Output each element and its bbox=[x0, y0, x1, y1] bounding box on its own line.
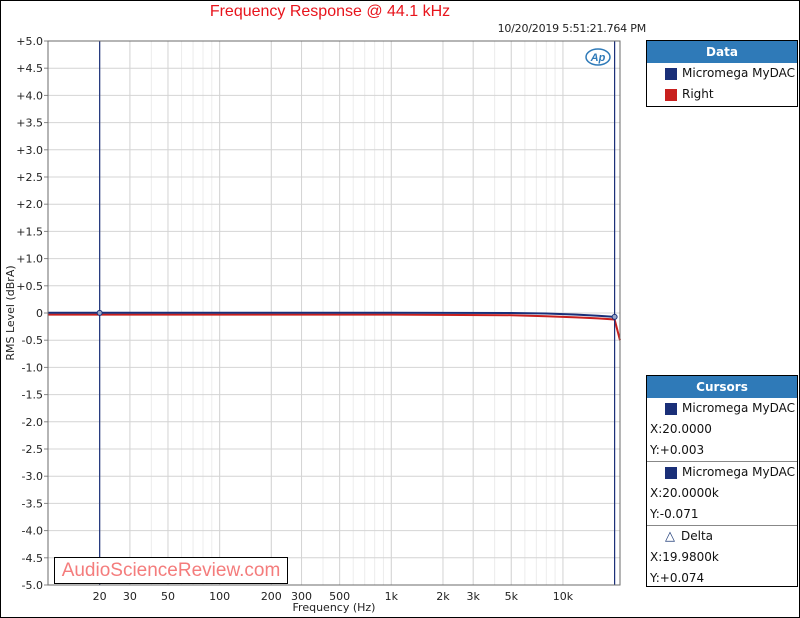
cursor1-x: X:20.0000 bbox=[650, 422, 712, 436]
y-tick-label: -2.0 bbox=[22, 416, 43, 429]
y-tick-label: +4.5 bbox=[16, 62, 43, 75]
x-tick-label: 200 bbox=[261, 590, 282, 603]
x-tick-label: 10k bbox=[553, 590, 574, 603]
x-tick-label: 20 bbox=[93, 590, 107, 603]
y-tick-label: +4.0 bbox=[16, 89, 43, 102]
x-tick-label: 2k bbox=[436, 590, 450, 603]
y-tick-label: 0 bbox=[36, 307, 43, 320]
cursor1-y: Y:+0.003 bbox=[650, 443, 705, 457]
ap-logo-icon: Ap bbox=[585, 48, 611, 66]
y-tick-label: +3.0 bbox=[16, 144, 43, 157]
y-tick-label: +1.5 bbox=[16, 225, 43, 238]
cursors-panel: Cursors Micromega MyDAC X:20.0000 Y:+0.0… bbox=[646, 375, 798, 587]
delta-label: Delta bbox=[681, 529, 714, 543]
y-tick-label: +3.5 bbox=[16, 117, 43, 130]
y-tick-label: -1.0 bbox=[22, 361, 43, 374]
y-tick-label: -5.0 bbox=[22, 579, 43, 592]
y-tick-label: -4.5 bbox=[22, 552, 43, 565]
cursor1-header[interactable]: Micromega MyDAC bbox=[647, 398, 797, 419]
y-tick-label: +0.5 bbox=[16, 280, 43, 293]
watermark: AudioScienceReview.com bbox=[54, 557, 288, 584]
delta-y: Y:+0.074 bbox=[650, 571, 705, 585]
x-tick-label: 1k bbox=[385, 590, 399, 603]
delta-header: △ Delta bbox=[647, 526, 797, 547]
x-tick-label: 100 bbox=[209, 590, 230, 603]
cursor2-y: Y:-0.071 bbox=[650, 507, 699, 521]
y-tick-labels: +5.0 +4.5 +4.0 +3.5 +3.0 +2.5 +2.0 +1.5 +1.0 +0.5… bbox=[16, 35, 43, 592]
y-tick-label: -3.5 bbox=[22, 497, 43, 510]
y-tick-label: -0.5 bbox=[22, 334, 43, 347]
legend-swatch-icon bbox=[665, 67, 677, 80]
cursor-marker-2 bbox=[611, 313, 618, 320]
y-axis-label: RMS Level (dBrA) bbox=[4, 265, 17, 360]
legend-item[interactable]: Right bbox=[647, 84, 797, 105]
legend-label: Micromega MyDAC bbox=[682, 66, 796, 80]
cursor1-label: Micromega MyDAC bbox=[682, 401, 796, 415]
cursor2-x: X:20.0000k bbox=[650, 486, 719, 500]
y-tick-label: -2.5 bbox=[22, 443, 43, 456]
legend-label: Right bbox=[682, 87, 714, 101]
series-lines bbox=[48, 311, 621, 341]
x-tick-label: 5k bbox=[505, 590, 519, 603]
cursor2-label: Micromega MyDAC bbox=[682, 465, 796, 479]
series-line-right bbox=[48, 313, 621, 341]
y-tick-label: +2.5 bbox=[16, 171, 43, 184]
y-tick-label: -3.0 bbox=[22, 470, 43, 483]
legend-item[interactable]: Micromega MyDAC bbox=[647, 63, 797, 84]
cursor-swatch-icon bbox=[665, 402, 677, 415]
cursor2-header[interactable]: Micromega MyDAC bbox=[647, 462, 797, 483]
y-tick-label: +2.0 bbox=[16, 198, 43, 211]
x-tick-label: 3k bbox=[467, 590, 481, 603]
x-tick-label: 50 bbox=[161, 590, 175, 603]
delta-icon: △ bbox=[665, 529, 675, 544]
ap-logo-text: Ap bbox=[590, 52, 606, 64]
cursor-swatch-icon bbox=[665, 466, 677, 479]
y-tick-label: -1.5 bbox=[22, 389, 43, 402]
y-tick-label: +5.0 bbox=[16, 35, 43, 48]
x-tick-label: 30 bbox=[123, 590, 137, 603]
legend-panel: Data Micromega MyDAC Right bbox=[646, 40, 798, 107]
y-tick-label: +1.0 bbox=[16, 253, 43, 266]
x-axis-label: Frequency (Hz) bbox=[293, 601, 376, 614]
y-tick-label: -4.0 bbox=[22, 525, 43, 538]
cursor-marker-1 bbox=[96, 309, 103, 316]
cursors-title: Cursors bbox=[647, 376, 797, 398]
legend-title: Data bbox=[647, 41, 797, 63]
delta-x: X:19.9800k bbox=[650, 550, 719, 564]
legend-swatch-icon bbox=[665, 88, 677, 101]
